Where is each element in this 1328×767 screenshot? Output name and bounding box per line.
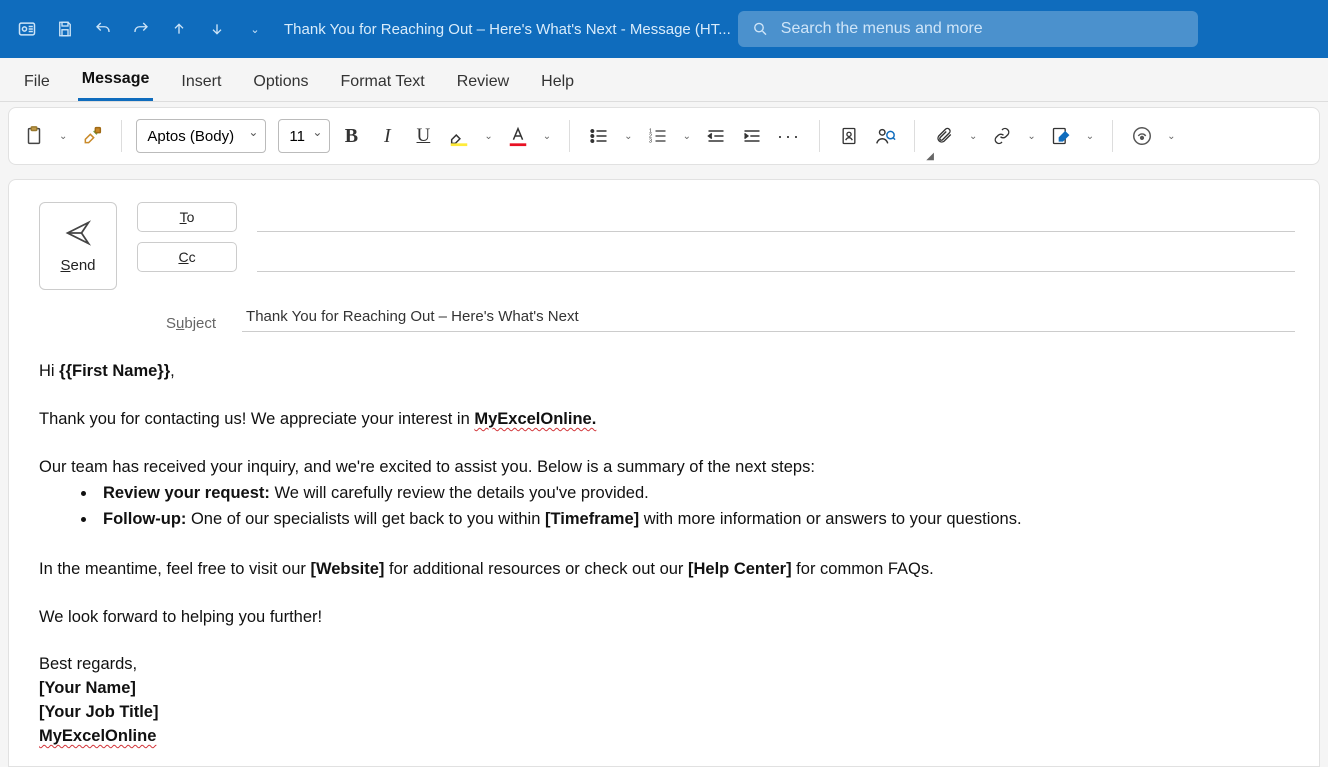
p2: Our team has received your inquiry, and … — [39, 456, 1295, 480]
greeting-prefix: Hi — [39, 362, 59, 380]
window-title: Thank You for Reaching Out – Here's What… — [284, 21, 731, 38]
svg-text:3: 3 — [648, 139, 651, 145]
titlebar: ⌄ Thank You for Reaching Out – Here's Wh… — [0, 0, 1328, 58]
tab-options[interactable]: Options — [249, 65, 312, 101]
undo-icon[interactable] — [86, 12, 120, 46]
immersive-reader-button[interactable] — [1127, 119, 1157, 153]
font-name-select[interactable] — [136, 119, 266, 153]
p3a: In the meantime, feel free to visit our — [39, 560, 310, 578]
highlight-button[interactable] — [444, 119, 474, 153]
attach-file-button[interactable] — [929, 119, 959, 153]
attach-file-dropdown[interactable]: ⌄ — [965, 119, 981, 153]
li2-timeframe: [Timeframe] — [545, 510, 639, 528]
highlight-dropdown[interactable]: ⌄ — [480, 119, 496, 153]
p4: We look forward to helping you further! — [39, 606, 1295, 630]
search-input[interactable] — [781, 20, 1184, 38]
app-icon — [10, 12, 44, 46]
p3-website: [Website] — [310, 560, 384, 578]
to-input[interactable] — [261, 208, 1291, 225]
cc-field-line — [257, 242, 1295, 272]
sig1: Best regards, — [39, 653, 1295, 677]
send-icon — [64, 219, 92, 247]
tab-file[interactable]: File — [20, 65, 54, 101]
link-dropdown[interactable]: ⌄ — [1023, 119, 1039, 153]
signature-dropdown[interactable]: ⌄ — [1082, 119, 1098, 153]
sig4: MyExcelOnline — [39, 727, 156, 745]
address-book-button[interactable] — [834, 119, 864, 153]
redo-icon[interactable] — [124, 12, 158, 46]
subject-label: Subject — [166, 315, 216, 332]
bold-button[interactable]: B — [336, 119, 366, 153]
li2-t2: with more information or answers to your… — [639, 510, 1021, 528]
list-item: Follow-up: One of our specialists will g… — [97, 508, 1295, 532]
font-color-dropdown[interactable]: ⌄ — [539, 119, 555, 153]
ribbon: ⌄ B I U ⌄ ⌄ ⌄ 123 ⌄ — [8, 107, 1320, 165]
tab-message[interactable]: Message — [78, 62, 154, 101]
list-item: Review your request: We will carefully r… — [97, 482, 1295, 506]
send-label: Send — [60, 257, 95, 274]
link-button[interactable] — [987, 119, 1017, 153]
save-icon[interactable] — [48, 12, 82, 46]
search-icon — [752, 20, 769, 38]
compose-wrapper: Send To Cc Subject — [0, 179, 1328, 767]
p3c: for additional resources or check out ou… — [384, 560, 688, 578]
dialog-launcher-icon[interactable]: ◢ — [926, 151, 934, 162]
underline-button[interactable]: U — [408, 119, 438, 153]
numbering-dropdown[interactable]: ⌄ — [679, 119, 695, 153]
tab-format-text[interactable]: Format Text — [337, 65, 429, 101]
paste-button[interactable] — [19, 119, 49, 153]
check-names-button[interactable] — [870, 119, 900, 153]
compose-panel: Send To Cc Subject — [8, 179, 1320, 767]
font-color-button[interactable] — [503, 119, 533, 153]
increase-indent-button[interactable] — [737, 119, 767, 153]
p3e: for common FAQs. — [792, 560, 934, 578]
li1-bold: Review your request: — [103, 484, 270, 502]
prev-item-icon[interactable] — [162, 12, 196, 46]
italic-button[interactable]: I — [372, 119, 402, 153]
greeting-suffix: , — [170, 362, 175, 380]
qat-customize-icon[interactable]: ⌄ — [238, 12, 272, 46]
signature-button[interactable] — [1046, 119, 1076, 153]
tab-insert[interactable]: Insert — [177, 65, 225, 101]
numbering-button[interactable]: 123 — [643, 119, 673, 153]
li2-bold: Follow-up: — [103, 510, 186, 528]
p3-helpcenter: [Help Center] — [688, 560, 792, 578]
p1b: MyExcelOnline. — [474, 410, 596, 428]
greeting-name: {{First Name}} — [59, 362, 170, 380]
subject-input[interactable] — [246, 308, 1291, 325]
li1-text: We will carefully review the details you… — [270, 484, 649, 502]
sig3: [Your Job Title] — [39, 703, 158, 721]
next-item-icon[interactable] — [200, 12, 234, 46]
cc-input[interactable] — [261, 248, 1291, 265]
more-formatting-button[interactable]: ··· — [773, 119, 805, 153]
sig2: [Your Name] — [39, 679, 136, 697]
ribbon-tabs: File Message Insert Options Format Text … — [0, 58, 1328, 102]
format-painter-button[interactable] — [77, 119, 107, 153]
li2-t1: One of our specialists will get back to … — [186, 510, 545, 528]
cc-button[interactable]: Cc — [137, 242, 237, 272]
tab-help[interactable]: Help — [537, 65, 578, 101]
immersive-reader-dropdown[interactable]: ⌄ — [1163, 119, 1179, 153]
paste-dropdown[interactable]: ⌄ — [55, 119, 71, 153]
decrease-indent-button[interactable] — [701, 119, 731, 153]
message-body[interactable]: Hi {{First Name}}, Thank you for contact… — [39, 360, 1295, 749]
to-field-line — [257, 202, 1295, 232]
search-box[interactable] — [738, 11, 1198, 47]
ribbon-container: ⌄ B I U ⌄ ⌄ ⌄ 123 ⌄ — [0, 102, 1328, 179]
p1a: Thank you for contacting us! We apprecia… — [39, 410, 474, 428]
bullets-button[interactable] — [584, 119, 614, 153]
tab-review[interactable]: Review — [453, 65, 513, 101]
font-size-select[interactable] — [278, 119, 330, 153]
to-button[interactable]: To — [137, 202, 237, 232]
bullets-dropdown[interactable]: ⌄ — [620, 119, 636, 153]
send-button[interactable]: Send — [39, 202, 117, 290]
